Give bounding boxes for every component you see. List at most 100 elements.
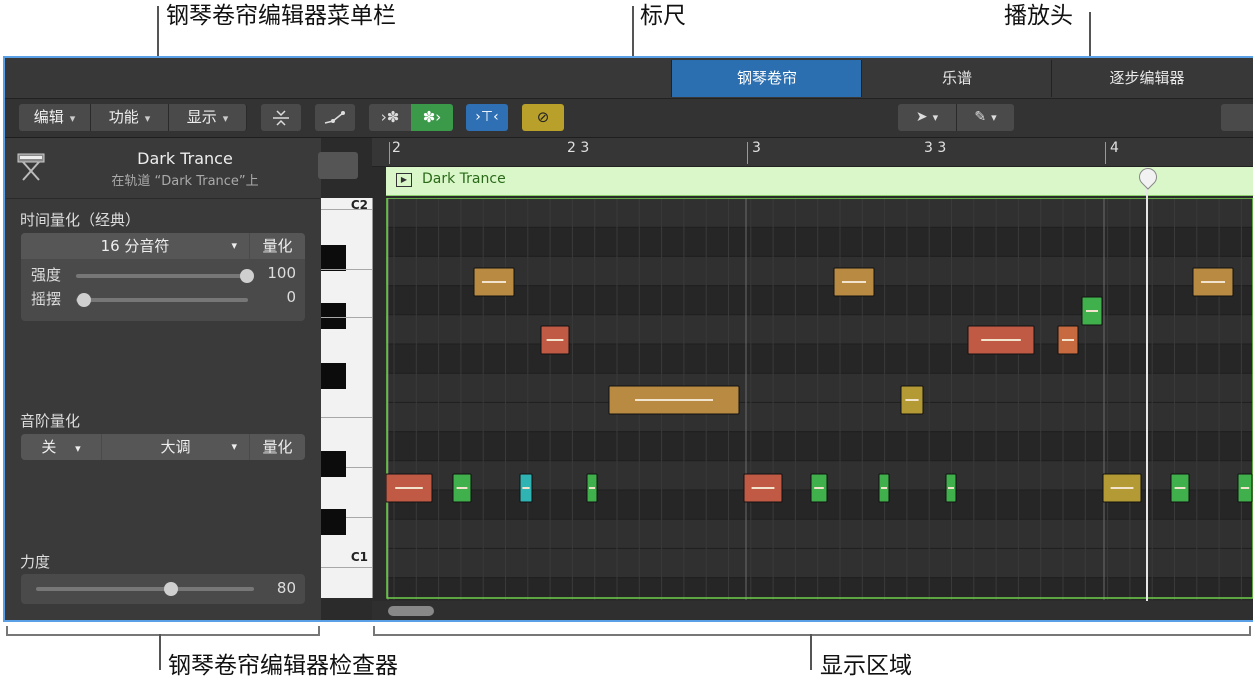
ruler-tick xyxy=(389,142,390,164)
note-grid[interactable] xyxy=(386,198,1253,600)
black-key[interactable] xyxy=(321,303,346,329)
track-name: Dark Trance xyxy=(137,149,233,168)
note-velocity-line xyxy=(948,487,954,489)
note-velocity-line xyxy=(905,399,919,401)
black-key[interactable] xyxy=(321,245,346,271)
scale-type-value: 大调 xyxy=(160,438,191,456)
horizontal-scrollbar[interactable] xyxy=(372,601,1253,620)
display-area[interactable] xyxy=(386,198,1253,600)
black-key[interactable] xyxy=(321,509,346,535)
note-velocity-line xyxy=(751,487,775,489)
region-play-icon: ▶ xyxy=(396,173,412,187)
callout-menubar: 钢琴卷帘编辑器菜单栏 xyxy=(166,3,396,29)
piano-roll-menu-bar: 编辑 ▾ 功能 ▾ 显示 ▾ ›✽ ✽› ›⊤‹ ⊘ ➤ ▾ ✎ ▾ xyxy=(5,99,1253,138)
note-velocity-line xyxy=(1086,310,1098,312)
functions-menu[interactable]: 功能 ▾ xyxy=(91,104,169,131)
functions-menu-label: 功能 xyxy=(108,108,139,126)
velocity-slider[interactable] xyxy=(36,587,254,591)
midi-out-button[interactable]: ✽› xyxy=(411,104,453,131)
note-velocity-line xyxy=(842,281,866,283)
note-velocity-line xyxy=(1062,339,1074,341)
tab-piano-roll[interactable]: 钢琴卷帘 xyxy=(671,60,862,97)
piano-roll-window: 钢琴卷帘 乐谱 逐步编辑器 编辑 ▾ 功能 ▾ 显示 ▾ ›✽ ✽› ›⊤‹ ⊘… xyxy=(3,56,1253,622)
scrollbar-thumb[interactable] xyxy=(388,606,434,616)
scale-quantize-button[interactable]: 量化 xyxy=(250,434,305,460)
black-key[interactable] xyxy=(321,451,346,477)
bracket-inspector xyxy=(6,626,320,636)
time-quantize-section: 16 分音符 ▾ 量化 强度 100 摇摆 0 xyxy=(21,233,305,321)
swing-slider[interactable] xyxy=(76,298,248,302)
pencil-tool-menu[interactable]: ✎ ▾ xyxy=(956,104,1014,131)
toolbar-extra-button[interactable] xyxy=(1221,104,1253,131)
key-separator xyxy=(321,269,372,270)
edit-menu[interactable]: 编辑 ▾ xyxy=(19,104,91,131)
swing-slider-knob[interactable] xyxy=(77,293,91,307)
tab-score[interactable]: 乐谱 xyxy=(861,60,1052,97)
chevron-down-icon: ▾ xyxy=(75,442,81,455)
key-label-c2: C2 xyxy=(350,198,368,212)
midi-in-button[interactable]: ›✽ xyxy=(369,104,411,131)
note-velocity-line xyxy=(395,487,423,489)
collapse-button[interactable] xyxy=(261,104,301,131)
automation-curve-icon xyxy=(324,111,345,124)
time-quantize-value: 16 分音符 xyxy=(100,237,170,255)
strength-slider[interactable] xyxy=(76,274,248,278)
palette-icon: ›✽ xyxy=(380,108,400,126)
strength-slider-knob[interactable] xyxy=(240,269,254,283)
pointer-icon: ➤ xyxy=(915,109,928,125)
callout-playhead: 播放头 xyxy=(1004,3,1073,29)
playhead-line[interactable] xyxy=(1146,167,1148,601)
chevron-down-icon: ▾ xyxy=(144,112,151,125)
scale-off-value: 关 xyxy=(41,438,57,456)
key-separator xyxy=(321,417,372,418)
piano-roll-inspector: Dark Trance 在轨道 “Dark Trance”上 时间量化（经典） … xyxy=(5,138,358,620)
view-menu[interactable]: 显示 ▾ xyxy=(169,104,247,131)
note-velocity-line xyxy=(589,487,595,489)
pitch-row xyxy=(386,519,1253,549)
region-menu-button[interactable] xyxy=(318,152,358,179)
tab-step-editor[interactable]: 逐步编辑器 xyxy=(1051,60,1242,97)
pointer-tool-menu[interactable]: ➤ ▾ xyxy=(898,104,956,131)
ruler-label: 3 xyxy=(752,140,761,156)
link-button[interactable]: ⊘ xyxy=(522,104,564,131)
chevron-down-icon: ▾ xyxy=(222,112,229,125)
scale-type-select[interactable]: 大调 ▾ xyxy=(102,434,249,460)
callout-display: 显示区域 xyxy=(820,653,912,679)
pitch-row xyxy=(386,548,1253,578)
pitch-row xyxy=(386,577,1253,600)
bracket-display xyxy=(373,626,1251,636)
note-velocity-line xyxy=(881,487,887,489)
callout-ruler: 标尺 xyxy=(640,3,686,29)
chevron-down-icon: ▾ xyxy=(231,440,237,453)
note-velocity-line xyxy=(456,487,468,489)
piano-keyboard[interactable]: C2 C1 xyxy=(321,198,373,598)
note-velocity-line xyxy=(1174,487,1186,489)
black-key[interactable] xyxy=(321,363,346,389)
catch-button[interactable]: ›⊤‹ xyxy=(466,104,508,131)
time-quantize-select[interactable]: 16 分音符 ▾ xyxy=(21,233,249,259)
velocity-slider-knob[interactable] xyxy=(164,582,178,596)
note-velocity-line xyxy=(1110,487,1134,489)
pitch-row xyxy=(386,431,1253,461)
scale-off-select[interactable]: 关 ▾ xyxy=(21,434,101,460)
pitch-row xyxy=(386,227,1253,257)
quantize-button[interactable]: 量化 xyxy=(250,233,305,259)
pitch-row xyxy=(386,402,1253,432)
region-header[interactable]: ▶ Dark Trance xyxy=(386,167,1253,196)
keyboard-instrument-icon xyxy=(17,153,45,181)
edit-menu-label: 编辑 xyxy=(33,108,64,126)
strength-label: 强度 xyxy=(31,266,62,284)
ruler-tick xyxy=(1105,142,1106,164)
automation-button[interactable] xyxy=(315,104,355,131)
link-icon: ⊘ xyxy=(536,108,550,126)
callout-line-inspector xyxy=(159,634,161,670)
pencil-icon: ✎ xyxy=(974,109,987,125)
track-subtitle: 在轨道 “Dark Trance”上 xyxy=(111,174,259,189)
chevron-down-icon: ▾ xyxy=(991,111,997,124)
bar-ruler[interactable]: 2 2 3 3 3 3 4 xyxy=(372,138,1253,167)
pitch-row xyxy=(386,344,1253,374)
editor-tab-bar: 钢琴卷帘 乐谱 逐步编辑器 xyxy=(5,58,1253,99)
ruler-label: 2 xyxy=(392,140,401,156)
region-name: Dark Trance xyxy=(422,171,506,187)
pitch-row xyxy=(386,285,1253,315)
